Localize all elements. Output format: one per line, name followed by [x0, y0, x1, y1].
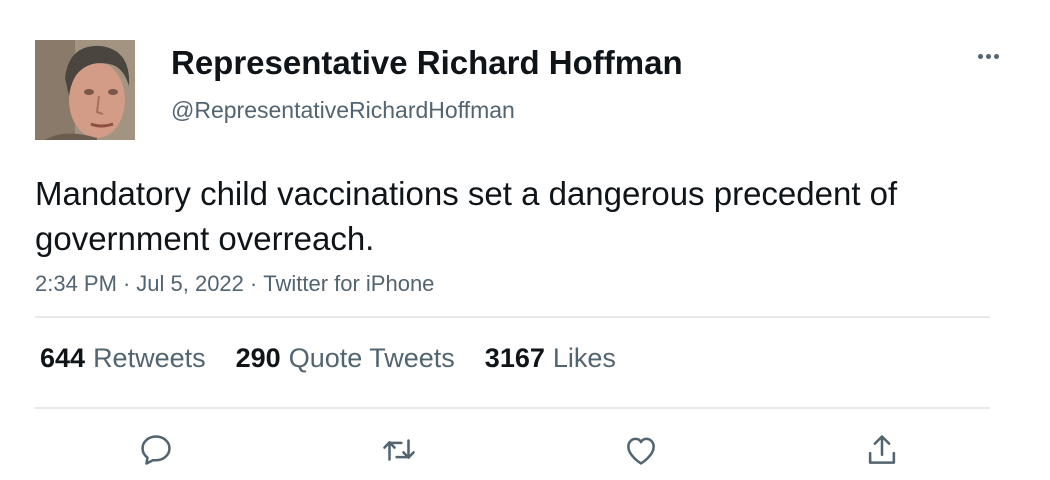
tweet-text: Mandatory child vaccinations set a dange… — [35, 175, 898, 257]
tweet-time[interactable]: 2:34 PM — [35, 271, 117, 296]
quote-tweets-label: Quote Tweets — [288, 343, 455, 373]
tweet-meta: 2:34 PM · Jul 5, 2022 · Twitter for iPhone — [35, 271, 434, 297]
meta-separator: · — [122, 271, 131, 296]
avatar-photo — [35, 40, 135, 140]
more-options-icon[interactable] — [968, 40, 1008, 72]
divider — [35, 407, 990, 409]
dot — [993, 53, 999, 59]
retweets-count: 644 — [40, 343, 86, 373]
quote-tweets-stat[interactable]: 290 Quote Tweets — [236, 343, 455, 374]
reply-button[interactable] — [134, 428, 178, 472]
author-handle[interactable]: @RepresentativeRichardHoffman — [171, 97, 515, 124]
retweets-label: Retweets — [93, 343, 206, 373]
tweet-date[interactable]: Jul 5, 2022 — [136, 271, 244, 296]
likes-label: Likes — [552, 343, 616, 373]
divider — [35, 316, 990, 318]
share-icon — [868, 435, 896, 464]
avatar[interactable] — [35, 40, 135, 140]
dot — [977, 53, 983, 59]
meta-separator: · — [249, 271, 258, 296]
like-button[interactable] — [619, 428, 663, 472]
tweet-stats: 644 Retweets 290 Quote Tweets 3167 Likes — [40, 343, 616, 374]
tweet-source[interactable]: Twitter for iPhone — [263, 271, 434, 296]
dot — [985, 53, 991, 59]
likes-count: 3167 — [484, 343, 545, 373]
quote-tweets-count: 290 — [235, 343, 281, 373]
retweet-button[interactable] — [377, 428, 421, 472]
retweet-icon — [383, 439, 415, 461]
author-name[interactable]: Representative Richard Hoffman — [171, 44, 683, 82]
retweets-stat[interactable]: 644 Retweets — [40, 343, 206, 374]
share-button[interactable] — [860, 428, 904, 472]
likes-stat[interactable]: 3167 Likes — [485, 343, 616, 374]
reply-icon — [141, 435, 171, 465]
like-icon — [627, 437, 655, 465]
